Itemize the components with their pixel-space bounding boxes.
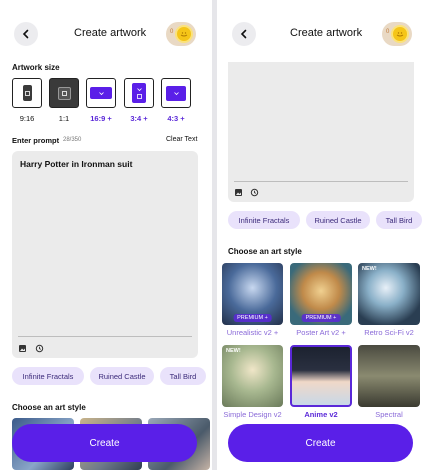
prompt-chip[interactable]: Infinite Fractals [228, 211, 300, 229]
style-name: Unrealistic v2 + [226, 328, 279, 337]
image-upload-icon[interactable] [18, 344, 27, 353]
size-caption: 1:1 [58, 114, 70, 123]
clear-text-button[interactable]: Clear Text [166, 136, 197, 143]
size-option-9-16[interactable] [12, 78, 42, 108]
header: Create artwork 0 [0, 22, 212, 46]
landscape-pro-frame-icon [166, 85, 186, 101]
image-upload-icon[interactable] [234, 188, 243, 197]
coin-icon [175, 25, 193, 43]
prompt-chip[interactable]: Ruined Castle [90, 367, 154, 385]
style-name: Anime v2 [304, 410, 338, 419]
new-badge: NEW! [362, 266, 377, 272]
history-icon[interactable] [35, 344, 44, 353]
credits-count: 0 [386, 29, 390, 35]
premium-badge: PREMIUM + [233, 314, 272, 322]
prompt-char-count: 28/350 [63, 137, 82, 143]
prompt-chip[interactable]: Ruined Castle [306, 211, 370, 229]
size-caption: 16:9 + [90, 114, 112, 123]
size-caption: 4:3 + [167, 114, 185, 123]
back-button[interactable] [14, 22, 38, 46]
create-artwork-screen-left: Create artwork 0 Artwork size 9:16 1:1 1… [0, 0, 212, 470]
prompt-chip[interactable]: Tall Bird [160, 367, 206, 385]
create-button[interactable]: Create [12, 424, 197, 462]
credits-button[interactable]: 0 [382, 22, 412, 46]
style-name: Retro Sci-Fi v2 [364, 328, 414, 337]
page-title: Create artwork [74, 27, 147, 39]
new-badge: NEW! [226, 348, 241, 354]
prompt-textarea[interactable] [228, 62, 414, 202]
coin-icon [391, 25, 409, 43]
art-style-label: Choose an art style [12, 403, 86, 412]
textarea-divider [18, 336, 192, 337]
prompt-chip[interactable]: Tall Bird [376, 211, 422, 229]
style-card-poster-art[interactable]: PREMIUM + [290, 263, 352, 325]
credits-button[interactable]: 0 [166, 22, 196, 46]
style-card-spectral[interactable] [358, 345, 420, 407]
portrait-pro-frame-icon [132, 83, 146, 103]
prompt-value: Harry Potter in Ironman suit [20, 159, 133, 169]
artwork-size-label: Artwork size [12, 63, 60, 72]
back-arrow-icon [240, 29, 247, 39]
style-card-anime[interactable] [290, 345, 352, 407]
create-button[interactable]: Create [228, 424, 413, 462]
size-caption: 3:4 + [130, 114, 148, 123]
square-frame-icon [57, 86, 71, 100]
page-title: Create artwork [290, 27, 363, 39]
style-name: Spectral [375, 410, 403, 419]
size-option-4-3[interactable] [161, 78, 191, 108]
size-option-16-9[interactable] [86, 78, 116, 108]
prompt-chip[interactable]: Infinite Fractals [12, 367, 84, 385]
premium-badge: PREMIUM + [301, 314, 341, 322]
style-name: Poster Art v2 + [296, 328, 346, 337]
style-card-retro-sci-fi[interactable]: NEW! [358, 263, 420, 325]
history-icon[interactable] [250, 188, 259, 197]
landscape-frame-icon [90, 87, 112, 99]
art-style-label: Choose an art style [228, 247, 302, 256]
header: Create artwork 0 [217, 22, 431, 46]
create-artwork-screen-right: Create artwork 0 Infinite Fractals Ruine… [217, 0, 431, 470]
app-screens: Create artwork 0 Artwork size 9:16 1:1 1… [0, 0, 431, 470]
back-arrow-icon [22, 29, 29, 39]
size-option-3-4[interactable] [124, 78, 154, 108]
back-button[interactable] [232, 22, 256, 46]
textarea-divider [234, 181, 408, 182]
prompt-label: Enter prompt [12, 136, 60, 145]
style-name: Simple Design v2 [223, 410, 282, 419]
style-card-unrealistic[interactable]: PREMIUM + [222, 263, 283, 325]
credits-count: 0 [170, 29, 174, 35]
size-caption: 9:16 [19, 114, 35, 123]
prompt-textarea[interactable]: Harry Potter in Ironman suit [12, 151, 198, 358]
size-option-1-1[interactable] [49, 78, 79, 108]
style-card-simple-design[interactable]: NEW! [222, 345, 283, 407]
portrait-frame-icon [22, 85, 32, 101]
